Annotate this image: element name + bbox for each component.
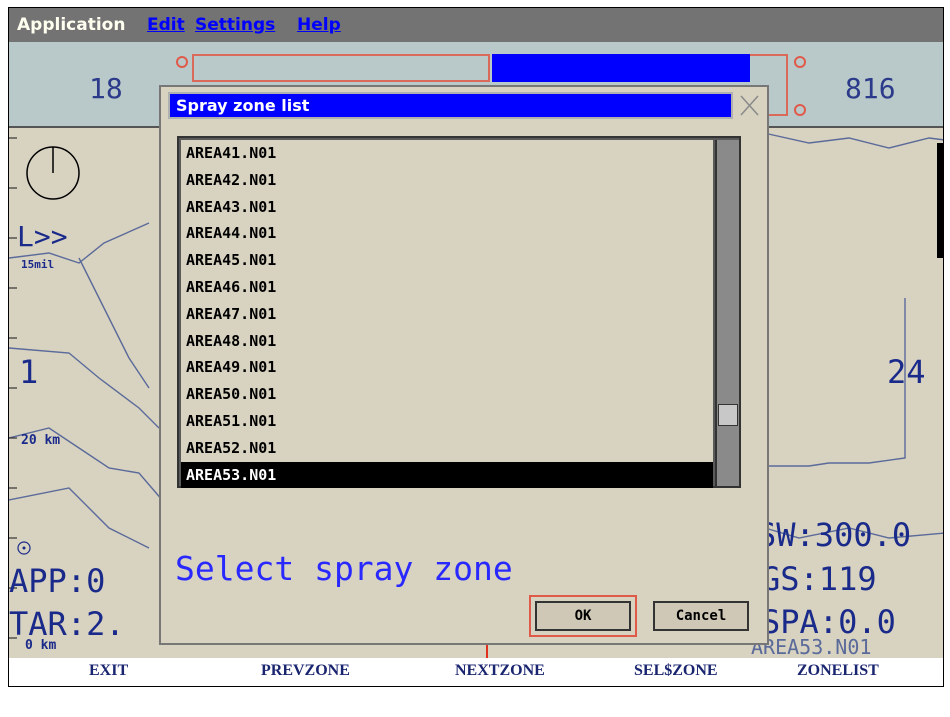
prompt-text: Select spray zone <box>175 549 513 588</box>
bar-handle-right-bottom[interactable] <box>794 104 806 116</box>
zone-list[interactable]: AREA41.N01 AREA42.N01 AREA43.N01 AREA44.N01… <box>177 136 741 489</box>
zone-list-item[interactable]: AREA42.N01 <box>181 167 713 194</box>
bar-handle-left[interactable] <box>176 56 188 68</box>
zonelist-key[interactable]: ZONELIST <box>797 662 879 680</box>
scale-label-bottom: 0 km <box>25 638 57 653</box>
scrollbar[interactable] <box>715 140 739 486</box>
progress-fill <box>492 54 750 82</box>
exit-key[interactable]: EXIT <box>89 662 128 680</box>
zone-list-item[interactable]: AREA47.N01 <box>181 301 713 328</box>
zone-list-item[interactable]: AREA41.N01 <box>181 140 713 167</box>
prevzone-key[interactable]: PREVZONE <box>261 662 350 680</box>
nextzone-key[interactable]: NEXTZONE <box>455 662 545 680</box>
progress-track <box>192 54 490 82</box>
current-zone-label: AREA53.N01 <box>751 635 872 659</box>
function-key-bar: EXIT PREVZONE NEXTZONE SEL$ZONE ZONELIST <box>9 658 943 686</box>
zone-list-item[interactable]: AREA52.N01 <box>181 435 713 462</box>
map-left-number: 1 <box>19 353 39 391</box>
dialog-title: Spray zone list <box>176 96 310 115</box>
zone-list-item[interactable]: AREA48.N01 <box>181 328 713 355</box>
gs-readout: GS:119 <box>761 560 877 598</box>
app-window: Application Edit Settings Help 18 816 L>… <box>8 7 944 687</box>
zone-list-item[interactable]: AREA43.N01 <box>181 194 713 221</box>
zone-list-item[interactable]: AREA50.N01 <box>181 381 713 408</box>
heading-indicator: L>> <box>17 220 68 253</box>
dialog-title-bar[interactable]: Spray zone list <box>168 92 733 119</box>
zone-list-item[interactable]: AREA44.N01 <box>181 220 713 247</box>
cancel-button[interactable]: Cancel <box>653 601 749 631</box>
status-left-value: 18 <box>89 72 123 105</box>
menu-help[interactable]: Help <box>297 15 341 35</box>
zone-list-item[interactable]: AREA49.N01 <box>181 354 713 381</box>
zone-list-item[interactable]: AREA46.N01 <box>181 274 713 301</box>
map-right-number: 24 <box>887 353 926 391</box>
menu-bar: Application Edit Settings Help <box>9 8 943 42</box>
scrollbar-thumb[interactable] <box>718 404 738 426</box>
ok-button[interactable]: OK <box>535 601 631 631</box>
bar-handle-right-top[interactable] <box>794 56 806 68</box>
app-readout: APP:0 <box>9 562 106 600</box>
scale-label-top: 15mil <box>21 258 55 271</box>
selzone-key[interactable]: SEL$ZONE <box>634 662 718 680</box>
spray-zone-dialog: Spray zone list AREA41.N01 AREA42.N01 AREA… <box>159 85 769 645</box>
zone-list-item[interactable]: AREA45.N01 <box>181 247 713 274</box>
zone-list-items: AREA41.N01 AREA42.N01 AREA43.N01 AREA44.N01… <box>181 140 713 489</box>
menu-settings[interactable]: Settings <box>195 15 275 35</box>
zone-list-item[interactable]: AREA53.N01 <box>181 461 713 489</box>
zone-list-item[interactable]: AREA51.N01 <box>181 408 713 435</box>
sw-readout: SW:300.0 <box>757 516 912 554</box>
menu-edit[interactable]: Edit <box>147 15 185 35</box>
menu-application[interactable]: Application <box>17 15 125 35</box>
scale-label-mid: 20 km <box>21 433 61 448</box>
close-icon[interactable] <box>736 92 763 119</box>
status-right-value: 816 <box>845 72 896 105</box>
